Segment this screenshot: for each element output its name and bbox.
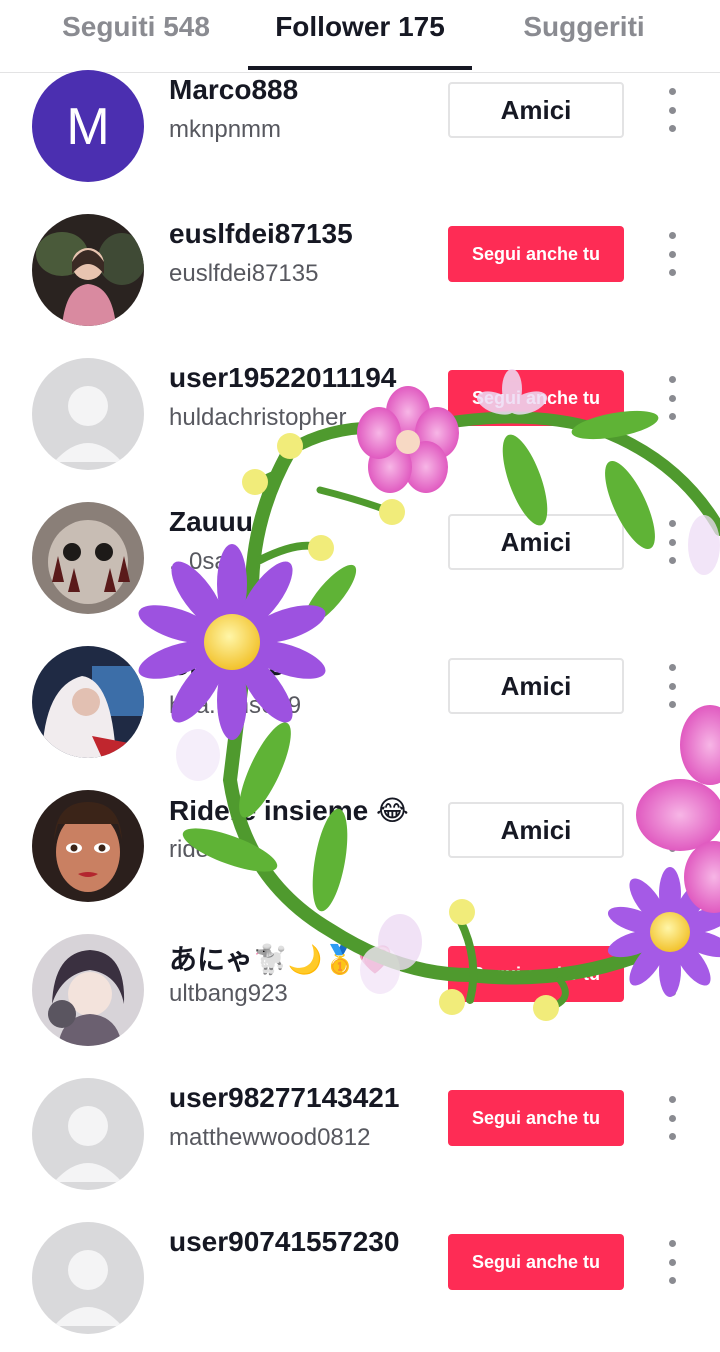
user-handle: ...0sa bbox=[169, 548, 228, 575]
user-handle: hea...ms639 bbox=[169, 692, 302, 719]
more-options-icon[interactable] bbox=[660, 1096, 684, 1140]
follow-back-button[interactable]: Segui anche tu bbox=[448, 946, 624, 1002]
username[interactable]: euslfdei87135 bbox=[169, 218, 353, 250]
list-item[interactable]: あにゃ🐩🌙🥇💗 ultbang923 Segui anche tu bbox=[0, 920, 720, 1064]
list-item[interactable]: Zauuu ...0sa Amici bbox=[0, 488, 720, 632]
avatar[interactable] bbox=[32, 1222, 144, 1334]
more-options-icon[interactable] bbox=[660, 88, 684, 132]
more-options-icon[interactable] bbox=[660, 520, 684, 564]
more-options-icon[interactable] bbox=[660, 808, 684, 852]
more-options-icon[interactable] bbox=[660, 952, 684, 996]
avatar[interactable] bbox=[32, 1078, 144, 1190]
follow-back-button[interactable]: Segui anche tu bbox=[448, 1090, 624, 1146]
friends-button[interactable]: Amici bbox=[448, 802, 624, 858]
username[interactable]: あにゃ🐩🌙🥇💗 bbox=[169, 938, 392, 978]
list-item[interactable]: user98277143421 matthewwood0812 Segui an… bbox=[0, 1064, 720, 1208]
user-handle: mknpnmm bbox=[169, 116, 282, 143]
list-item[interactable]: Cr...e533 hea...ms639 Amici bbox=[0, 632, 720, 776]
svg-text:M: M bbox=[66, 98, 109, 156]
list-item[interactable]: user19522011194 huldachristopher Segui a… bbox=[0, 344, 720, 488]
avatar[interactable] bbox=[32, 646, 144, 758]
user-handle: euslfdei87135 bbox=[169, 260, 319, 287]
more-options-icon[interactable] bbox=[660, 232, 684, 276]
user-handle: matthewwood0812 bbox=[169, 1124, 371, 1151]
friends-button[interactable]: Amici bbox=[448, 658, 624, 714]
follow-back-button[interactable]: Segui anche tu bbox=[448, 1234, 624, 1290]
list-item[interactable]: user90741557230 Segui anche tu bbox=[0, 1208, 720, 1352]
list-item[interactable]: Ridere insieme 😂 riderein Amici bbox=[0, 776, 720, 920]
follow-back-button[interactable]: Segui anche tu bbox=[448, 226, 624, 282]
username[interactable]: Zauuu bbox=[169, 506, 253, 538]
user-handle: ultbang923 bbox=[169, 980, 288, 1007]
avatar[interactable] bbox=[32, 358, 144, 470]
username[interactable]: Ridere insieme 😂 bbox=[169, 794, 409, 827]
username[interactable]: Cr...e533 bbox=[169, 650, 284, 682]
avatar[interactable] bbox=[32, 502, 144, 614]
list-item[interactable]: euslfdei87135 euslfdei87135 Segui anche … bbox=[0, 200, 720, 344]
friends-button[interactable]: Amici bbox=[448, 514, 624, 570]
avatar[interactable]: M bbox=[32, 70, 144, 182]
avatar[interactable] bbox=[32, 934, 144, 1046]
username[interactable]: user98277143421 bbox=[169, 1082, 399, 1114]
username[interactable]: Marco888 bbox=[169, 74, 298, 106]
avatar[interactable] bbox=[32, 790, 144, 902]
friends-button[interactable]: Amici bbox=[448, 82, 624, 138]
user-handle: riderein bbox=[169, 836, 250, 863]
more-options-icon[interactable] bbox=[660, 1240, 684, 1284]
more-options-icon[interactable] bbox=[660, 664, 684, 708]
avatar[interactable] bbox=[32, 214, 144, 326]
list-item[interactable]: M Marco888 mknpnmm Amici bbox=[0, 56, 720, 200]
username[interactable]: user19522011194 bbox=[169, 362, 396, 394]
username[interactable]: user90741557230 bbox=[169, 1226, 399, 1258]
follow-back-button[interactable]: Segui anche tu bbox=[448, 370, 624, 426]
user-handle: huldachristopher bbox=[169, 404, 347, 431]
more-options-icon[interactable] bbox=[660, 376, 684, 420]
